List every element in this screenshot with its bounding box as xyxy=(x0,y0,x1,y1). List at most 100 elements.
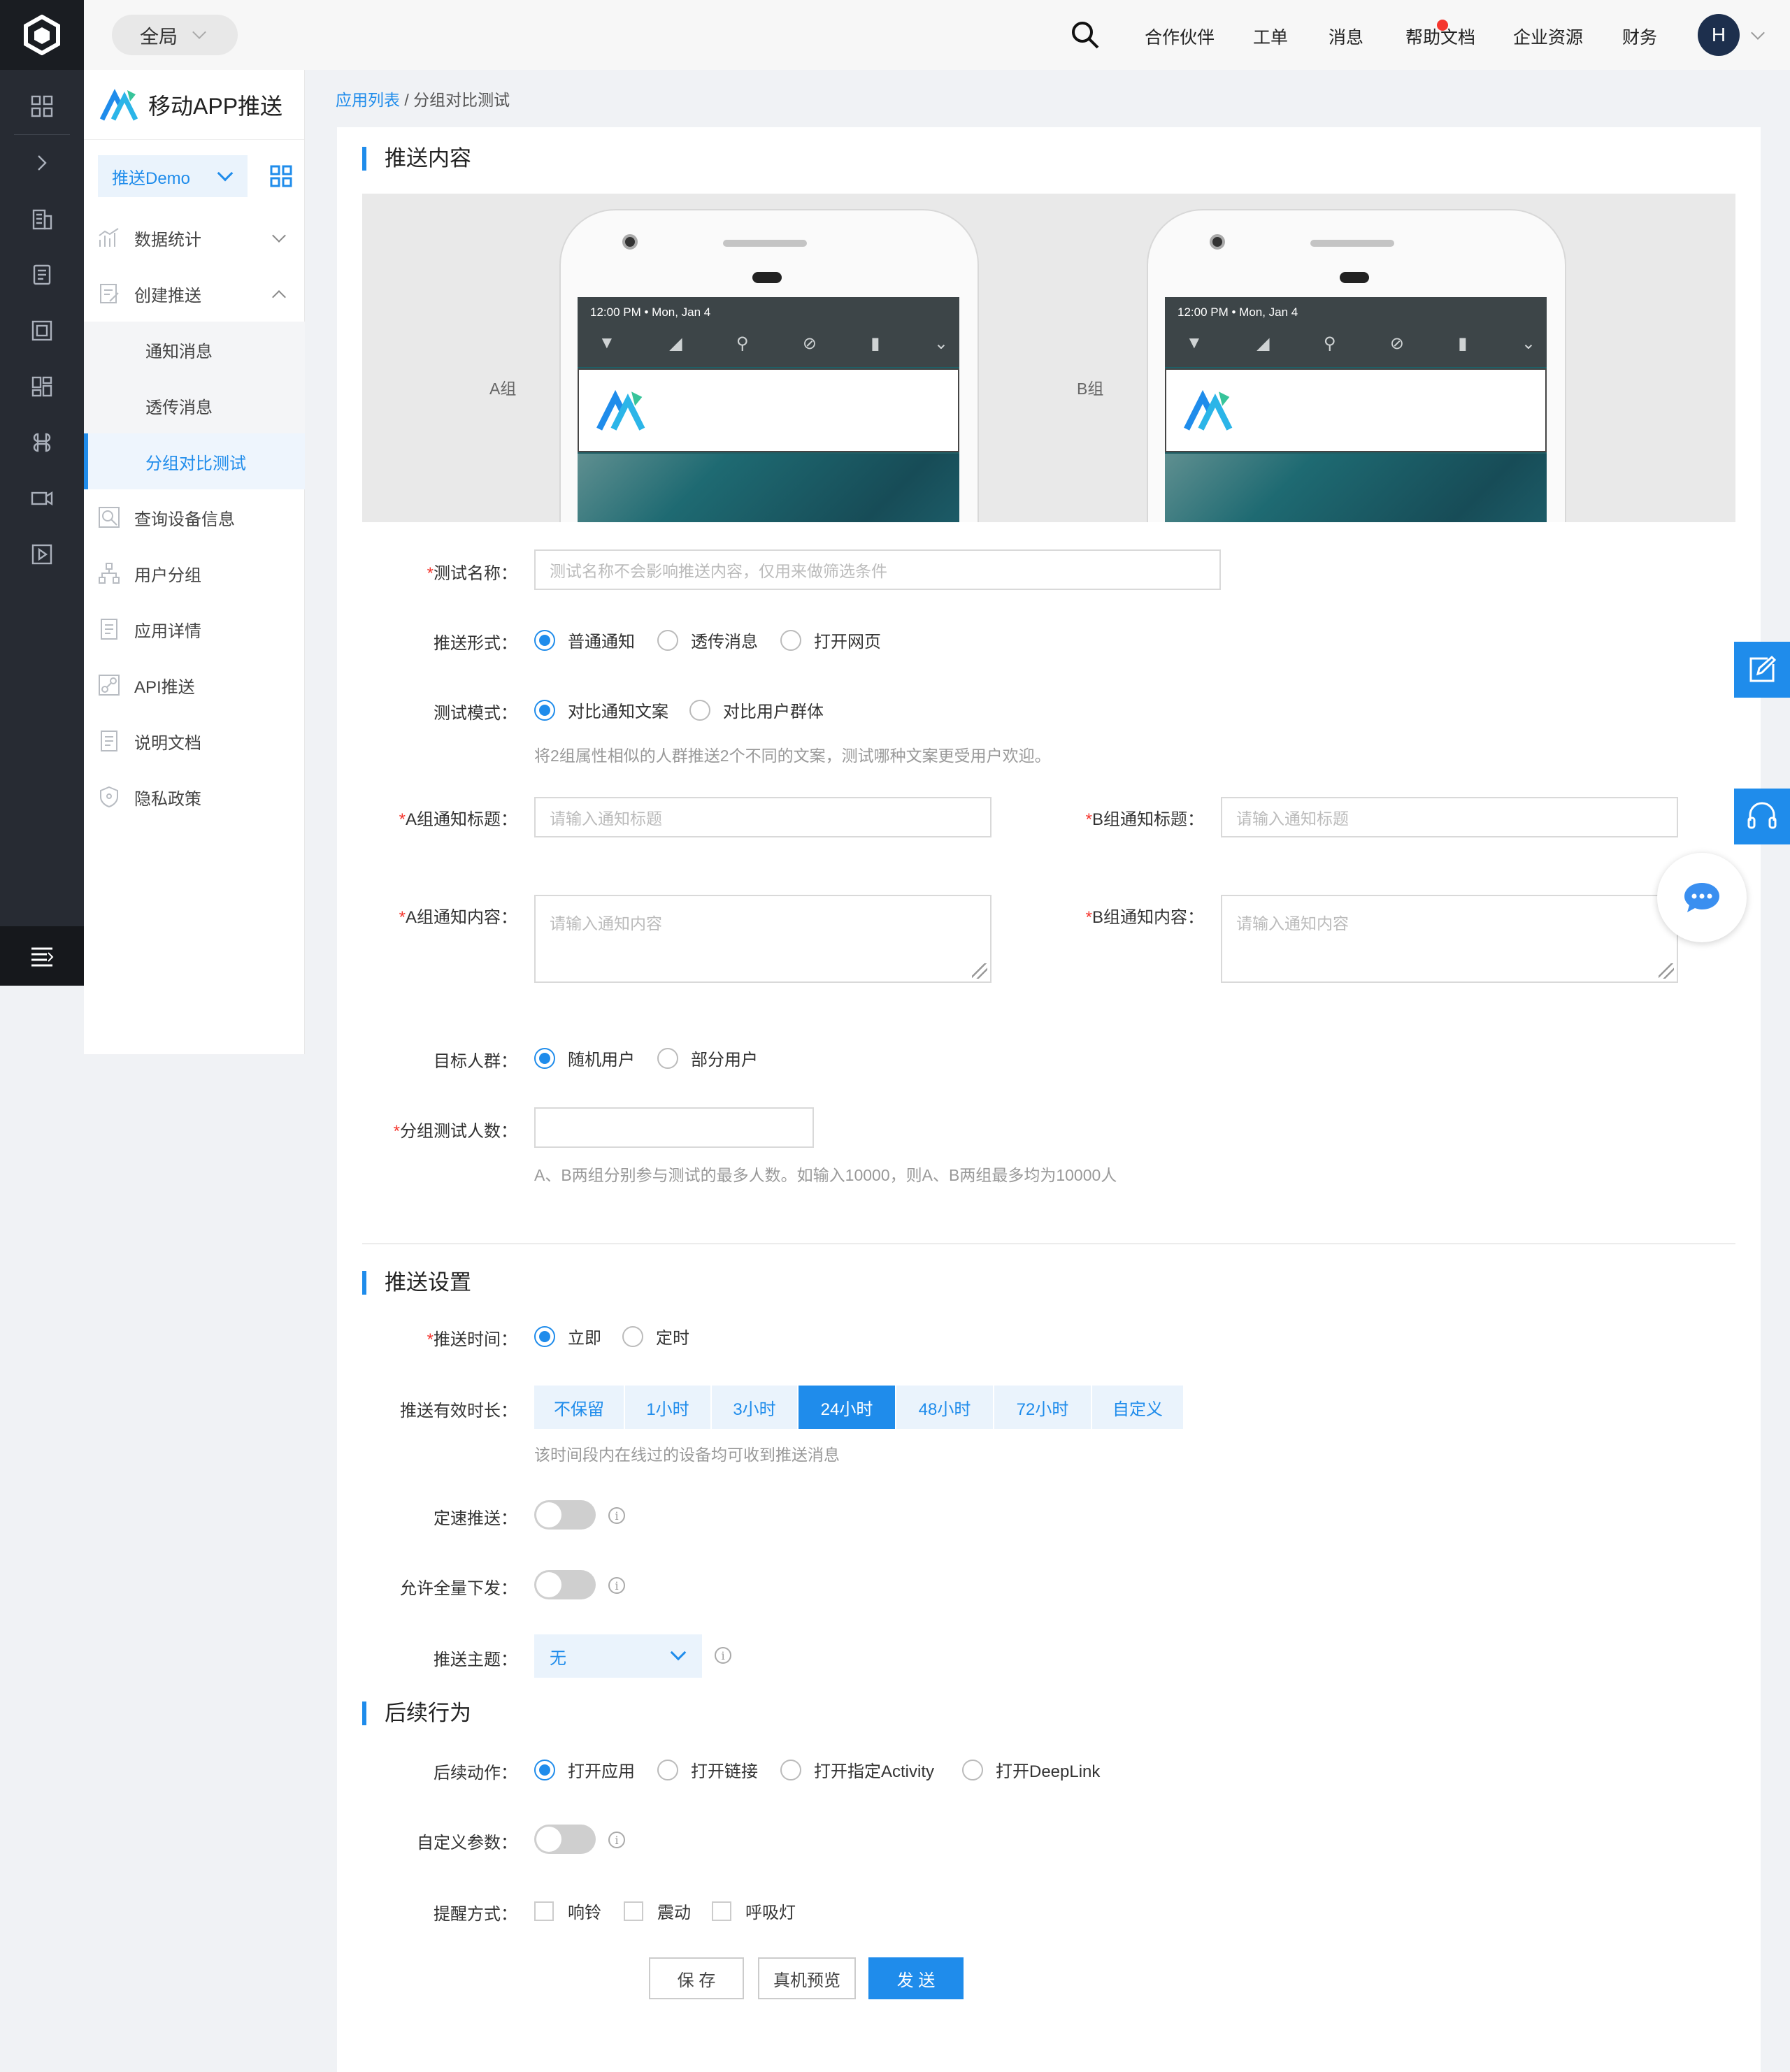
radio-open-deeplink[interactable]: 打开DeepLink xyxy=(962,1757,1100,1782)
resize-grip-icon[interactable] xyxy=(1659,963,1674,979)
a-title-input[interactable]: 请输入通知标题 xyxy=(534,797,991,837)
a-content-label: *A组通知内容： xyxy=(399,908,517,927)
sidebar-item-device-query[interactable]: 查询设备信息 xyxy=(84,489,305,545)
status-icons: ▼ ◢ ⚲ ⊘ ▮ ⌄ xyxy=(599,333,948,354)
radio-open-link[interactable]: 打开链接 xyxy=(657,1757,758,1782)
b-title-input[interactable]: 请输入通知标题 xyxy=(1221,797,1678,837)
modules-icon[interactable] xyxy=(0,359,84,415)
scope-selector[interactable]: 全局 xyxy=(112,15,238,55)
nav-tickets[interactable]: 工单 xyxy=(1253,24,1288,49)
support-button[interactable] xyxy=(1734,789,1790,844)
video-icon[interactable] xyxy=(0,470,84,526)
chevron-down-icon[interactable] xyxy=(1751,26,1765,40)
app-grid-icon[interactable] xyxy=(270,165,292,187)
nav-finance[interactable]: 财务 xyxy=(1622,24,1657,49)
group-a-label: A组 xyxy=(489,380,517,398)
a-content-textarea[interactable]: 请输入通知内容 xyxy=(534,895,991,983)
avatar[interactable]: H xyxy=(1698,14,1740,56)
top-bar: 全局 合作伙伴 工单 消息 帮助文档 企业资源 财务 H xyxy=(84,0,1790,70)
send-button[interactable]: 发 送 xyxy=(868,1957,964,1999)
action-label: 后续动作： xyxy=(434,1764,517,1783)
radio-open-app[interactable]: 打开应用 xyxy=(534,1757,635,1782)
validity-segmented: 不保留 1小时 3小时 24小时 48小时 72小时 自定义 xyxy=(534,1386,1183,1429)
sidebar-item-docs[interactable]: 说明文档 xyxy=(84,713,305,769)
radio-scheduled[interactable]: 定时 xyxy=(622,1324,689,1348)
validity-option[interactable]: 3小时 xyxy=(712,1386,799,1429)
search-icon[interactable] xyxy=(1070,20,1101,50)
allow-full-toggle[interactable] xyxy=(534,1570,596,1599)
command-icon[interactable] xyxy=(0,415,84,470)
preview-device-button[interactable]: 真机预览 xyxy=(758,1957,856,1999)
breadcrumb-link[interactable]: 应用列表 xyxy=(336,91,400,109)
test-name-input[interactable]: 测试名称不会影响推送内容，仅用来做筛选条件 xyxy=(534,549,1221,590)
section-title-content: 推送内容 xyxy=(362,147,471,171)
info-icon[interactable]: i xyxy=(608,1577,625,1594)
radio-normal-notice[interactable]: 普通通知 xyxy=(534,628,635,652)
nav-enterprise[interactable]: 企业资源 xyxy=(1513,24,1583,49)
info-icon[interactable]: i xyxy=(608,1507,625,1524)
sidebar-item-notification[interactable]: 通知消息 xyxy=(84,322,305,377)
resize-grip-icon[interactable] xyxy=(972,963,987,979)
signal-icon: ◢ xyxy=(669,334,682,353)
app-selector[interactable]: 推送Demo xyxy=(98,155,248,197)
validity-option[interactable]: 自定义 xyxy=(1092,1386,1183,1429)
sidebar-item-stats[interactable]: 数据统计 xyxy=(84,210,305,266)
chart-icon xyxy=(95,224,123,252)
sidebar-item-create-push[interactable]: 创建推送 xyxy=(84,266,305,322)
chat-bubble-button[interactable] xyxy=(1657,853,1747,942)
radio-partial-users[interactable]: 部分用户 xyxy=(657,1046,758,1070)
checkbox-vibrate[interactable]: 震动 xyxy=(624,1899,691,1923)
radio-immediate[interactable]: 立即 xyxy=(534,1324,601,1348)
save-button[interactable]: 保 存 xyxy=(649,1957,744,1999)
b-title-label: *B组通知标题： xyxy=(1085,810,1204,829)
radio-open-activity[interactable]: 打开指定Activity xyxy=(780,1757,934,1782)
phone-preview-b: 12:00 PM • Mon, Jan 4 ▼ ◢ ⚲ ⊘ ▮ ⌄ xyxy=(1147,209,1566,522)
radio-compare-groups[interactable]: 对比用户群体 xyxy=(689,698,824,722)
section-title-settings: 推送设置 xyxy=(362,1271,471,1295)
checkbox-ring[interactable]: 响铃 xyxy=(534,1899,601,1923)
radio-passthrough[interactable]: 透传消息 xyxy=(657,628,758,652)
topic-select[interactable]: 无 xyxy=(534,1634,702,1678)
sidebar-item-privacy[interactable]: 隐私政策 xyxy=(84,769,305,825)
dashboard-icon[interactable] xyxy=(0,78,84,134)
radio-random-users[interactable]: 随机用户 xyxy=(534,1046,635,1070)
validity-option[interactable]: 1小时 xyxy=(625,1386,712,1429)
checkbox-breathing-light[interactable]: 呼吸灯 xyxy=(712,1899,796,1923)
sidebar-item-label: 应用详情 xyxy=(134,621,201,641)
validity-option[interactable]: 不保留 xyxy=(534,1386,625,1429)
play-icon[interactable] xyxy=(0,526,84,582)
info-icon[interactable]: i xyxy=(715,1647,731,1664)
building-icon[interactable] xyxy=(0,191,84,247)
validity-option-selected[interactable]: 24小时 xyxy=(799,1386,896,1429)
feedback-edit-button[interactable] xyxy=(1734,642,1790,698)
cloud-logo-icon[interactable] xyxy=(0,0,84,70)
validity-option[interactable]: 48小时 xyxy=(896,1386,994,1429)
test-count-input[interactable] xyxy=(534,1107,814,1148)
expand-chevron-icon[interactable] xyxy=(0,135,84,191)
validity-option[interactable]: 72小时 xyxy=(994,1386,1092,1429)
earpiece-icon xyxy=(752,272,782,283)
sidebar-item-user-groups[interactable]: 用户分组 xyxy=(84,545,305,601)
sidebar-item-ab-test[interactable]: 分组对比测试 xyxy=(84,433,305,489)
org-tree-icon xyxy=(95,559,123,587)
rate-push-toggle[interactable] xyxy=(534,1500,596,1530)
chat-icon xyxy=(1684,883,1719,912)
sidebar-item-api-push[interactable]: API推送 xyxy=(84,657,305,713)
custom-params-toggle[interactable] xyxy=(534,1825,596,1854)
sidebar-item-passthrough[interactable]: 透传消息 xyxy=(84,377,305,433)
b-content-placeholder: 请输入通知内容 xyxy=(1236,914,1349,933)
nav-help-docs[interactable]: 帮助文档 xyxy=(1405,24,1475,49)
nav-partners[interactable]: 合作伙伴 xyxy=(1145,24,1215,49)
radio-compare-copy[interactable]: 对比通知文案 xyxy=(534,698,668,722)
radio-open-webpage[interactable]: 打开网页 xyxy=(780,628,881,652)
nav-messages[interactable]: 消息 xyxy=(1329,24,1363,49)
b-content-label: *B组通知内容： xyxy=(1085,908,1204,927)
menu-toggle-icon[interactable] xyxy=(0,926,84,986)
b-content-textarea[interactable]: 请输入通知内容 xyxy=(1221,895,1678,983)
sidebar-item-app-detail[interactable]: 应用详情 xyxy=(84,601,305,657)
storage-icon[interactable] xyxy=(0,247,84,303)
database-icon[interactable] xyxy=(0,303,84,359)
info-icon[interactable]: i xyxy=(608,1832,625,1848)
chevron-down-icon xyxy=(272,229,286,243)
status-icons: ▼ ◢ ⚲ ⊘ ▮ ⌄ xyxy=(1186,333,1535,354)
